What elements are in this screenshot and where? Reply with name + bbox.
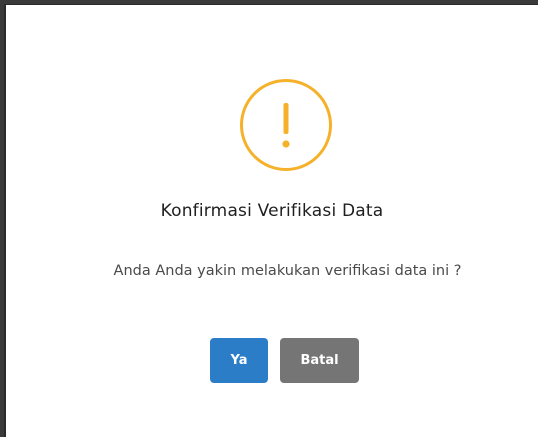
dialog-message: Anda Anda yakin melakukan verifikasi dat… — [113, 263, 462, 279]
dialog-title: Konfirmasi Verifikasi Data — [160, 201, 384, 221]
modal-frame: Konfirmasi Verifikasi Data Anda Anda yak… — [4, 4, 538, 437]
confirmation-dialog: Konfirmasi Verifikasi Data Anda Anda yak… — [6, 5, 538, 437]
exclamation-icon — [282, 103, 290, 148]
confirm-button[interactable]: Ya — [210, 338, 268, 383]
warning-icon — [240, 79, 332, 171]
cancel-button[interactable]: Batal — [280, 338, 359, 383]
